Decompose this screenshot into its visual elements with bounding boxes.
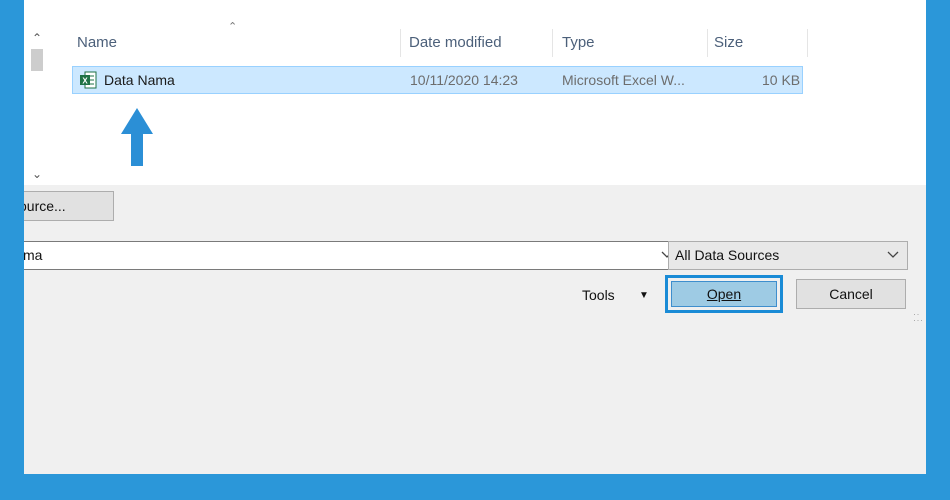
column-divider[interactable]	[807, 29, 808, 57]
column-header-name[interactable]: Name	[70, 29, 400, 57]
file-name: Data Nama	[104, 72, 175, 88]
file-row[interactable]: X Data Nama 10/11/2020 14:23 Microsoft E…	[72, 66, 803, 94]
scroll-up-icon[interactable]: ⌃	[30, 31, 44, 45]
vertical-scrollbar[interactable]: ⌃ ⌄	[24, 25, 50, 185]
file-size: 10 KB	[762, 72, 801, 88]
chevron-down-icon[interactable]	[887, 250, 899, 260]
column-header-date-modified[interactable]: Date modified	[402, 29, 552, 57]
scroll-down-icon[interactable]: ⌄	[30, 167, 44, 181]
file-name-value: ma	[24, 247, 43, 263]
scroll-thumb[interactable]	[31, 49, 43, 71]
column-divider[interactable]	[552, 29, 553, 57]
file-type-filter-select[interactable]: All Data Sources	[668, 241, 908, 270]
file-date-modified: 10/11/2020 14:23	[410, 72, 518, 88]
column-header-size[interactable]: Size	[707, 29, 807, 57]
excel-file-icon: X	[80, 71, 97, 89]
column-header-type[interactable]: Type	[555, 29, 707, 57]
tools-menu-button[interactable]: Tools	[582, 285, 615, 305]
annotation-arrow-icon	[121, 108, 153, 166]
cancel-button[interactable]: Cancel	[796, 279, 906, 309]
column-divider[interactable]	[400, 29, 401, 57]
open-file-dialog: ⌃ ⌄ ⌃ Name Date modified Type Size X Dat…	[24, 0, 926, 474]
svg-text:X: X	[82, 77, 88, 86]
file-type: Microsoft Excel W...	[562, 72, 685, 88]
file-list-pane: ⌃ ⌄ ⌃ Name Date modified Type Size X Dat…	[24, 0, 926, 185]
file-type-filter-value: All Data Sources	[675, 247, 780, 263]
data-source-button[interactable]: ource...	[24, 191, 114, 221]
caret-down-icon[interactable]: ▼	[639, 290, 649, 301]
resize-grip-icon[interactable]: · · · · ·	[913, 310, 925, 325]
open-button[interactable]: Open	[671, 281, 777, 307]
file-name-input[interactable]: ma	[24, 241, 680, 270]
